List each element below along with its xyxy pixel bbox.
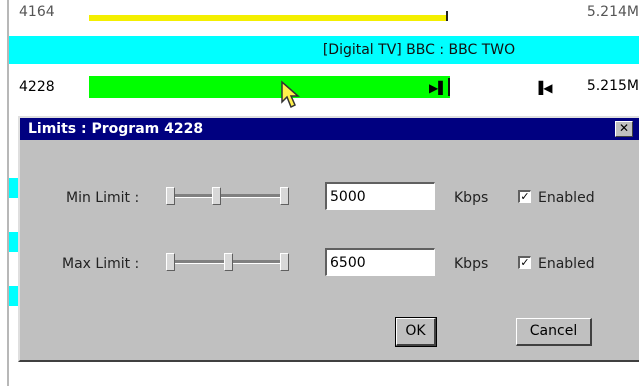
slider-thumb[interactable] (212, 187, 221, 205)
close-icon: ✕ (618, 121, 630, 135)
dialog-titlebar[interactable]: Limits : Program 4228 ✕ (20, 118, 639, 140)
min-limit-input[interactable] (325, 182, 435, 210)
min-limit-slider[interactable] (166, 186, 290, 206)
cancel-button[interactable]: Cancel (516, 318, 592, 346)
window-left-border (0, 0, 9, 386)
program-row-selected[interactable]: 4228 ▶▌ ▐◀ 5.215M (9, 66, 639, 104)
slider-end-right (280, 187, 289, 205)
max-enabled-label[interactable]: Enabled (538, 256, 595, 272)
slider-end-right (280, 253, 289, 271)
min-limit-unit: Kbps (454, 190, 489, 206)
bitrate-value: 5.215M (586, 78, 639, 94)
max-enabled-checkbox[interactable]: ✓ (518, 256, 531, 269)
row-edge (9, 178, 18, 198)
program-number: 4228 (19, 79, 55, 95)
row-edge (9, 232, 18, 252)
dialog-title: Limits : Program 4228 (28, 121, 204, 137)
limit-tick (446, 11, 448, 21)
max-limit-slider[interactable] (166, 252, 290, 272)
ok-button[interactable]: OK (395, 317, 437, 347)
channel-label: [Digital TV] BBC : BBC TWO (322, 42, 516, 58)
mouse-cursor-icon (280, 80, 306, 114)
max-limit-input[interactable] (325, 248, 435, 276)
slider-end-left (166, 253, 175, 271)
slider-track (170, 194, 286, 198)
min-limit-marker-icon[interactable]: ▐◀ (534, 81, 552, 95)
channel-header[interactable]: [Digital TV] BBC : BBC TWO (9, 36, 639, 64)
slider-thumb[interactable] (224, 253, 233, 271)
max-limit-unit: Kbps (454, 256, 489, 272)
row-edge (9, 286, 18, 306)
program-number: 4164 (19, 4, 55, 20)
close-button[interactable]: ✕ (615, 121, 633, 137)
bitrate-bar (89, 15, 448, 21)
bitrate-bar (89, 76, 450, 98)
limit-tick (448, 78, 450, 96)
slider-end-left (166, 187, 175, 205)
min-limit-label: Min Limit : (66, 190, 140, 206)
bitrate-value: 5.214M (586, 4, 639, 20)
min-enabled-label[interactable]: Enabled (538, 190, 595, 206)
limits-dialog: Limits : Program 4228 ✕ Min Limit : Kbps… (18, 116, 639, 362)
program-row[interactable]: 4164 5.214M (9, 0, 639, 32)
max-limit-label: Max Limit : (62, 256, 140, 272)
check-icon: ✓ (520, 190, 530, 203)
max-limit-marker-icon[interactable]: ▶▌ (429, 81, 447, 95)
check-icon: ✓ (520, 256, 530, 269)
min-enabled-checkbox[interactable]: ✓ (518, 190, 531, 203)
